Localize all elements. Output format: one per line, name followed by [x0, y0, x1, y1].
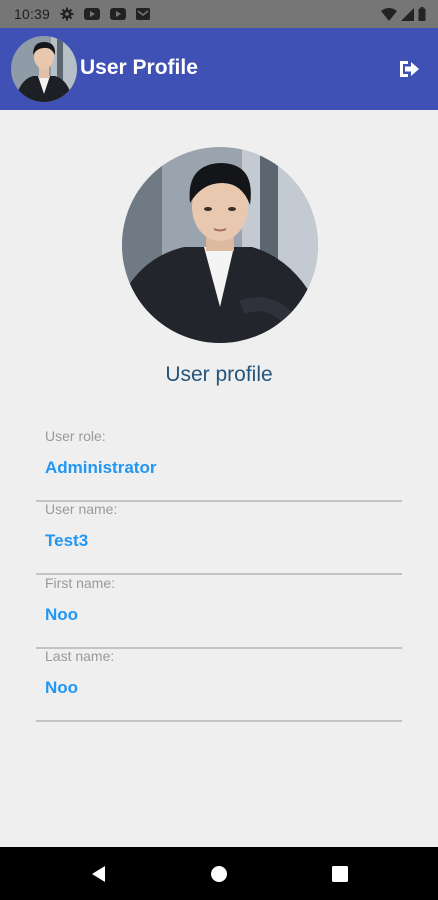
profile-heading: User profile	[165, 363, 273, 386]
last-name-value: Noo	[45, 678, 79, 697]
user-role-field: User role: Administrator	[36, 428, 402, 502]
recents-icon	[330, 866, 350, 888]
avatar[interactable]	[11, 36, 77, 102]
system-icons	[381, 7, 426, 21]
user-role-value: Administrator	[45, 458, 157, 477]
mail-icon	[136, 8, 151, 20]
last-name-field: Last name: Noo	[36, 648, 402, 722]
youtube-icon	[84, 8, 101, 20]
app-title: User Profile	[80, 56, 198, 79]
first-name-label: First name:	[45, 575, 116, 591]
home-icon	[209, 866, 229, 888]
logout-button[interactable]	[398, 58, 420, 80]
battery-icon	[418, 7, 426, 21]
profile-photo	[122, 147, 318, 343]
status-time: 10:39	[14, 6, 51, 22]
home-button[interactable]	[209, 864, 229, 884]
recents-button[interactable]	[330, 864, 350, 884]
back-button[interactable]	[89, 864, 109, 884]
first-name-value: Noo	[45, 605, 79, 624]
logout-icon	[398, 61, 420, 84]
user-name-field: User name: Test3	[36, 501, 402, 575]
wifi-icon	[381, 7, 397, 21]
user-role-label: User role:	[45, 428, 106, 444]
app-bar: User Profile	[0, 28, 438, 110]
status-bar: 10:39	[0, 0, 438, 28]
last-name-label: Last name:	[45, 648, 115, 664]
user-name-label: User name:	[45, 501, 118, 517]
first-name-field: First name: Noo	[36, 575, 402, 649]
back-icon	[89, 866, 109, 888]
signal-icon	[401, 7, 414, 21]
user-name-value: Test3	[45, 531, 89, 550]
navigation-bar	[0, 847, 438, 900]
notification-icons	[60, 7, 151, 21]
settings-icon	[60, 7, 74, 21]
youtube-icon	[110, 8, 127, 20]
